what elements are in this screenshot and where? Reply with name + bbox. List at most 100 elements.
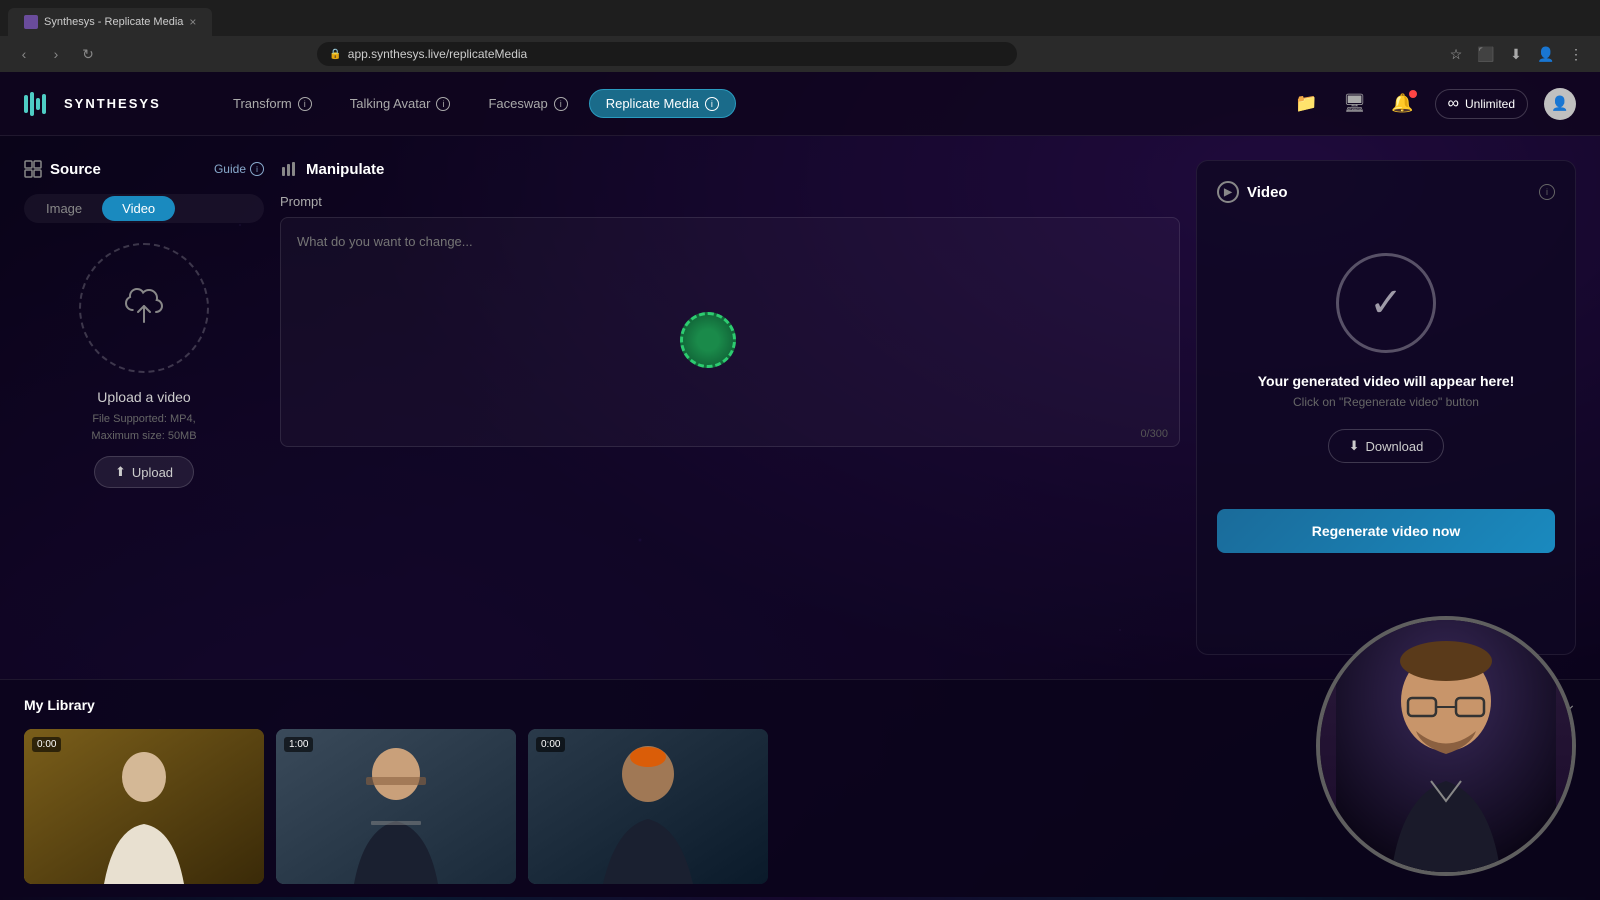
- library-item-duration-0: 0:00: [32, 737, 61, 752]
- browser-right-icons: ☆ ⬛ ⬇ 👤 ⋮: [1444, 42, 1588, 66]
- tab-replicate-media[interactable]: Replicate Media i: [589, 89, 736, 118]
- notification-btn[interactable]: 🔔: [1387, 88, 1419, 120]
- tab-talking-avatar-label: Talking Avatar: [350, 96, 431, 111]
- guide-info-icon[interactable]: i: [250, 162, 264, 176]
- tab-close-btn[interactable]: ×: [189, 15, 196, 29]
- address-bar[interactable]: 🔒 app.synthesys.live/replicateMedia: [317, 42, 1017, 66]
- library-thumb-1: [276, 729, 516, 884]
- image-video-toggle: Image Video: [24, 194, 264, 223]
- unlimited-icon: ∞: [1448, 95, 1459, 113]
- library-item-0[interactable]: 0:00: [24, 729, 264, 884]
- video-panel-header: ▶ Video i: [1217, 181, 1555, 203]
- unlimited-badge: ∞ Unlimited: [1435, 89, 1528, 119]
- upload-btn[interactable]: ⬆ Upload: [94, 456, 194, 488]
- unlimited-label: Unlimited: [1465, 97, 1515, 111]
- download-icon: ⬇: [1349, 438, 1360, 454]
- regenerate-btn[interactable]: Regenerate video now: [1217, 509, 1555, 553]
- app-header: SYNTHESYS Transform i Talking Avatar i F…: [0, 72, 1600, 136]
- tab-transform[interactable]: Transform i: [216, 89, 329, 118]
- menu-icon[interactable]: ⋮: [1564, 42, 1588, 66]
- library-item-duration-1: 1:00: [284, 737, 313, 752]
- library-thumb-0: [24, 729, 264, 884]
- upload-btn-icon: ⬆: [115, 464, 126, 480]
- nav-back-btn[interactable]: ‹: [12, 42, 36, 66]
- upload-hint-line1: File Supported: MP4,: [92, 413, 195, 425]
- nav-forward-btn[interactable]: ›: [44, 42, 68, 66]
- play-circle-icon: ▶: [1217, 181, 1239, 203]
- prompt-label: Prompt: [280, 194, 1180, 209]
- tab-replicate-media-label: Replicate Media: [606, 96, 699, 111]
- video-panel-title: ▶ Video: [1217, 181, 1288, 203]
- profile-icon[interactable]: 👤: [1534, 42, 1558, 66]
- tab-talking-avatar[interactable]: Talking Avatar i: [333, 89, 468, 118]
- grid-icon: [24, 160, 42, 178]
- browser-tab[interactable]: Synthesys - Replicate Media ×: [8, 8, 212, 36]
- browser-tabs-bar: Synthesys - Replicate Media ×: [0, 0, 1600, 36]
- tab-favicon: [24, 15, 38, 29]
- logo-bar-3: [36, 98, 40, 110]
- video-info-icon[interactable]: i: [1539, 184, 1555, 200]
- video-placeholder-hint: Click on "Regenerate video" button: [1293, 395, 1479, 409]
- tab-talking-avatar-info[interactable]: i: [436, 97, 450, 111]
- notification-dot: [1409, 90, 1417, 98]
- upload-hint: File Supported: MP4, Maximum size: 50MB: [24, 411, 264, 444]
- logo-bar-1: [24, 95, 28, 113]
- display-icon[interactable]: 🖥: [1339, 88, 1371, 120]
- upload-area[interactable]: [79, 243, 209, 373]
- logo-bar-4: [42, 94, 46, 114]
- manipulate-title-text: Manipulate: [306, 161, 384, 178]
- webcam-overlay: [1316, 616, 1576, 876]
- tab-faceswap-label: Faceswap: [488, 96, 547, 111]
- tab-transform-info[interactable]: i: [298, 97, 312, 111]
- library-thumb-2: [528, 729, 768, 884]
- checkmark-icon: ✓: [1369, 280, 1403, 326]
- tab-faceswap[interactable]: Faceswap i: [471, 89, 584, 118]
- video-toggle-btn[interactable]: Video: [102, 196, 175, 221]
- main-content: Source Guide i Image Video: [0, 136, 1600, 679]
- video-panel: ▶ Video i ✓ Your generated video will ap…: [1196, 160, 1576, 655]
- tab-title: Synthesys - Replicate Media: [44, 16, 183, 28]
- tab-transform-label: Transform: [233, 96, 292, 111]
- browser-nav-bar: ‹ › ↻ 🔒 app.synthesys.live/replicateMedi…: [0, 36, 1600, 72]
- upload-label: Upload a video: [24, 389, 264, 405]
- header-right: 📁 🖥 🔔 ∞ Unlimited 👤: [1291, 88, 1576, 120]
- webcam-person: [1320, 620, 1572, 872]
- download-label: Download: [1366, 439, 1424, 454]
- manipulate-panel: Manipulate Prompt 0/300: [280, 160, 1180, 655]
- logo-area: SYNTHESYS: [24, 92, 184, 116]
- files-icon[interactable]: 📁: [1291, 88, 1323, 120]
- address-url: app.synthesys.live/replicateMedia: [348, 47, 527, 61]
- logo-bar-2: [30, 92, 34, 116]
- nav-tabs: Transform i Talking Avatar i Faceswap i …: [216, 89, 1259, 118]
- nav-refresh-btn[interactable]: ↻: [76, 42, 100, 66]
- download-btn[interactable]: ⬇ Download: [1328, 429, 1445, 463]
- source-title-text: Source: [50, 161, 101, 178]
- source-panel: Source Guide i Image Video: [24, 160, 264, 655]
- source-panel-header: Source Guide i: [24, 160, 264, 178]
- video-placeholder-title: Your generated video will appear here!: [1258, 373, 1514, 389]
- browser-chrome: Synthesys - Replicate Media × ‹ › ↻ 🔒 ap…: [0, 0, 1600, 72]
- source-panel-title: Source: [24, 160, 101, 178]
- user-avatar[interactable]: 👤: [1544, 88, 1576, 120]
- green-cursor-dot: [680, 312, 736, 368]
- library-item-1[interactable]: 1:00: [276, 729, 516, 884]
- library-item-duration-2: 0:00: [536, 737, 565, 752]
- upload-hint-line2: Maximum size: 50MB: [91, 430, 196, 442]
- image-toggle-btn[interactable]: Image: [26, 196, 102, 221]
- manipulate-icon: [280, 160, 298, 178]
- address-lock-icon: 🔒: [329, 49, 341, 60]
- upload-cloud-icon: [120, 284, 168, 333]
- checkmark-circle: ✓: [1336, 253, 1436, 353]
- video-panel-title-text: Video: [1247, 184, 1288, 201]
- tab-replicate-media-info[interactable]: i: [705, 97, 719, 111]
- download-icon[interactable]: ⬇: [1504, 42, 1528, 66]
- library-item-2[interactable]: 0:00: [528, 729, 768, 884]
- extensions-icon[interactable]: ⬛: [1474, 42, 1498, 66]
- guide-btn[interactable]: Guide i: [214, 162, 264, 176]
- bookmark-icon[interactable]: ☆: [1444, 42, 1468, 66]
- library-title: My Library: [24, 697, 95, 713]
- logo-text: SYNTHESYS: [64, 96, 161, 111]
- video-preview-area: ✓ Your generated video will appear here!…: [1217, 223, 1555, 509]
- tab-faceswap-info[interactable]: i: [554, 97, 568, 111]
- regenerate-label: Regenerate video now: [1312, 523, 1461, 539]
